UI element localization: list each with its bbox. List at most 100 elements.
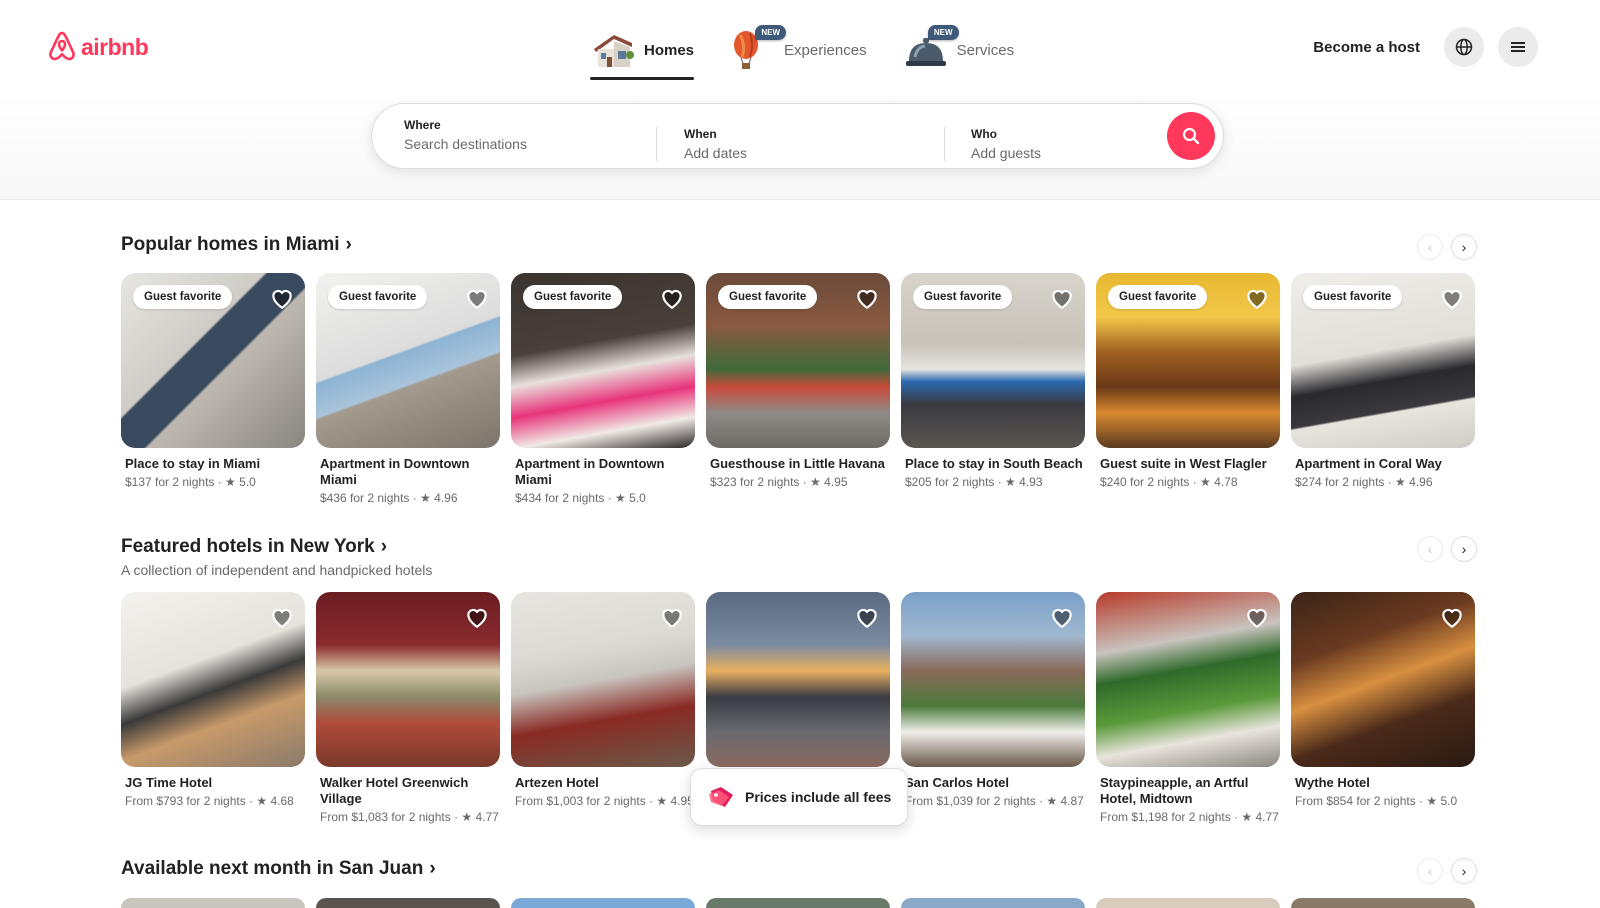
heart-icon[interactable] <box>1049 604 1075 630</box>
heart-icon[interactable] <box>269 604 295 630</box>
listing-title: Staypineapple, an Artful Hotel, Midtown <box>1100 775 1249 806</box>
listing-card[interactable]: Guest favorite Guest suite in West Flagl… <box>1096 273 1280 506</box>
listing-photo[interactable]: Guest favorite <box>901 273 1085 448</box>
section-title[interactable]: Available next month in San Juan › <box>121 858 1477 880</box>
heart-icon[interactable] <box>1244 604 1270 630</box>
search-who-field[interactable]: Who Add guests <box>944 127 1169 161</box>
listing-card[interactable]: Guest favorite Place to stay in Miami $1… <box>121 273 305 506</box>
listing-title: Artezen Hotel <box>515 775 599 790</box>
globe-icon <box>1455 38 1473 56</box>
search-bar: Where Search destinations When Add dates… <box>371 103 1224 169</box>
listing-photo[interactable] <box>1291 592 1475 767</box>
heart-icon[interactable] <box>854 285 880 311</box>
listing-card[interactable]: Guest favorite Apartment in Downtown Mia… <box>511 273 695 506</box>
hot-air-balloon-icon: NEW <box>730 25 787 73</box>
carousel-prev-button[interactable]: ‹ <box>1417 536 1443 562</box>
listing-photo[interactable] <box>121 592 305 767</box>
listing-card[interactable]: San Carlos Hotel From $1,039 for 2 night… <box>901 592 1085 825</box>
chevron-right-icon: › <box>429 858 436 879</box>
listing-card[interactable]: Wythe Hotel From $854 for 2 nights · ★ 5… <box>1291 592 1475 825</box>
hamburger-menu-icon <box>1511 42 1525 52</box>
listing-price-rating: $274 for 2 nights · ★ 4.96 <box>1295 475 1433 489</box>
listing-card[interactable]: Guest favorite Place to stay in South Be… <box>901 273 1085 506</box>
listing-card[interactable]: Guest favorite Guesthouse in Little Hava… <box>706 273 890 506</box>
listing-card[interactable]: Staypineapple, an Artful Hotel, Midtown … <box>1096 592 1280 825</box>
heart-icon[interactable] <box>1439 604 1465 630</box>
language-button[interactable] <box>1444 27 1484 67</box>
prices-toast[interactable]: Prices include all fees <box>690 768 908 826</box>
listing-price-rating: $205 for 2 nights · ★ 4.93 <box>905 475 1043 489</box>
heart-icon[interactable] <box>1244 285 1270 311</box>
listing-photo[interactable]: Guest favorite <box>1291 273 1475 448</box>
search-button[interactable] <box>1167 112 1215 160</box>
listing-photo[interactable]: Guest favorite <box>706 273 890 448</box>
heart-icon[interactable] <box>659 285 685 311</box>
listing-title: Apartment in Downtown Miami <box>320 456 470 487</box>
main-menu-button[interactable] <box>1498 27 1538 67</box>
listing-title: Wythe Hotel <box>1295 775 1370 790</box>
carousel-prev-button[interactable]: ‹ <box>1417 234 1443 260</box>
section-title-text: Featured hotels in New York <box>121 536 375 557</box>
section-title-text: Available next month in San Juan <box>121 858 424 879</box>
listing-price-rating: From $1,003 for 2 nights · ★ 4.95 <box>515 794 694 808</box>
tab-homes[interactable]: Homes <box>590 22 695 80</box>
search-when-field[interactable]: When Add dates <box>656 127 944 161</box>
heart-icon[interactable] <box>269 285 295 311</box>
listing-photo[interactable] <box>511 592 695 767</box>
listing-photo[interactable]: Guest favorite <box>511 273 695 448</box>
tab-services[interactable]: NEW Services <box>903 22 1014 78</box>
listing-card[interactable]: Artezen Hotel From $1,003 for 2 nights ·… <box>511 592 695 825</box>
airbnb-logo-icon <box>49 31 75 61</box>
listing-photo[interactable]: Guest favorite <box>316 273 500 448</box>
carousel-prev-button[interactable]: ‹ <box>1417 858 1443 884</box>
listing-price-rating: From $1,039 for 2 nights · ★ 4.87 <box>905 794 1084 808</box>
header: airbnb Homes NEW Experiences NEW Service… <box>0 0 1600 200</box>
listing-card[interactable]: Guest favorite Apartment in Downtown Mia… <box>316 273 500 506</box>
listing-photo[interactable] <box>1096 592 1280 767</box>
who-placeholder: Add guests <box>971 145 1042 161</box>
guest-favorite-badge: Guest favorite <box>718 285 818 309</box>
listing-card[interactable]: Walker Hotel Greenwich Village From $1,0… <box>316 592 500 825</box>
listing-card[interactable]: JG Time Hotel From $793 for 2 nights · ★… <box>121 592 305 825</box>
heart-icon[interactable] <box>659 604 685 630</box>
section-san-juan: Available next month in San Juan › ‹ › <box>121 858 1477 900</box>
header-actions: Become a host <box>1313 27 1538 67</box>
listing-title: San Carlos Hotel <box>905 775 1010 790</box>
airbnb-logo[interactable]: airbnb <box>47 30 149 64</box>
tab-experiences-label: Experiences <box>784 41 867 59</box>
carousel-controls: ‹ › <box>1417 536 1477 562</box>
section-popular-homes: Popular homes in Miami › ‹ › Guest favori… <box>121 234 1477 514</box>
tab-experiences[interactable]: NEW Experiences <box>730 22 867 78</box>
logo-wordmark: airbnb <box>81 33 149 60</box>
heart-icon[interactable] <box>464 604 490 630</box>
carousel-controls: ‹ › <box>1417 234 1477 260</box>
heart-icon[interactable] <box>1439 285 1465 311</box>
heart-icon[interactable] <box>464 285 490 311</box>
listing-title: Place to stay in South Beach <box>905 456 1083 471</box>
section-title[interactable]: Featured hotels in New York › <box>121 536 1477 558</box>
toast-text: Prices include all fees <box>745 789 892 805</box>
guest-favorite-badge: Guest favorite <box>913 285 1013 309</box>
listing-photo[interactable]: Guest favorite <box>121 273 305 448</box>
carousel-next-button[interactable]: › <box>1451 234 1477 260</box>
listing-photo[interactable]: Guest favorite <box>1096 273 1280 448</box>
heart-icon[interactable] <box>1049 285 1075 311</box>
become-host-link[interactable]: Become a host <box>1313 39 1420 56</box>
heart-icon[interactable] <box>854 604 880 630</box>
listing-photo[interactable] <box>901 592 1085 767</box>
listing-title: Apartment in Downtown Miami <box>515 456 665 487</box>
listing-photo[interactable] <box>706 592 890 767</box>
carousel-next-button[interactable]: › <box>1451 858 1477 884</box>
search-where-field[interactable]: Where Search destinations <box>372 104 656 168</box>
carousel-next-button[interactable]: › <box>1451 536 1477 562</box>
new-badge: NEW <box>755 25 787 40</box>
price-tag-icon <box>709 787 733 807</box>
section-title[interactable]: Popular homes in Miami › <box>121 234 1477 256</box>
new-badge: NEW <box>927 25 959 40</box>
guest-favorite-badge: Guest favorite <box>133 285 233 309</box>
listing-price-rating: $137 for 2 nights · ★ 5.0 <box>125 475 256 489</box>
listing-price-rating: $240 for 2 nights · ★ 4.78 <box>1100 475 1238 489</box>
service-bell-icon: NEW <box>903 25 959 73</box>
listing-photo[interactable] <box>316 592 500 767</box>
listing-card[interactable]: Guest favorite Apartment in Coral Way $2… <box>1291 273 1475 506</box>
